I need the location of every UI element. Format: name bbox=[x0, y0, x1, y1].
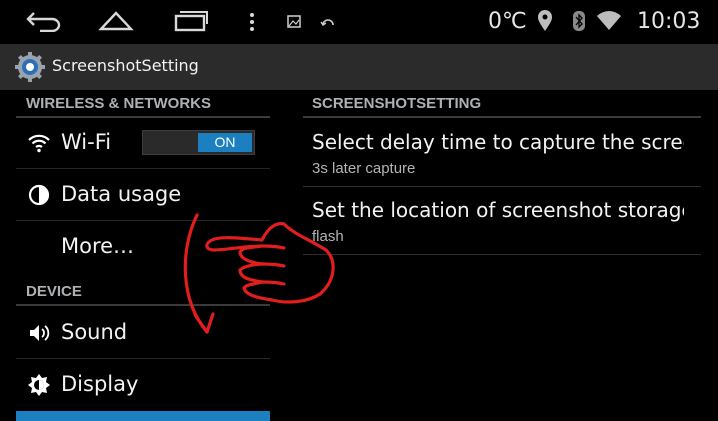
setting-value: flash bbox=[312, 228, 344, 245]
setting-title: Select delay time to capture the screen bbox=[312, 130, 684, 154]
selected-item-highlight[interactable] bbox=[16, 411, 270, 421]
wifi-toggle[interactable]: ON bbox=[142, 130, 255, 155]
sidebar-item-label: Data usage bbox=[61, 182, 182, 206]
screenshot-settings-pane: SCREENSHOTSETTING Select delay time to c… bbox=[303, 90, 701, 421]
bluetooth-icon bbox=[573, 11, 585, 31]
storage-location-setting[interactable]: Set the location of screenshot storage f… bbox=[303, 188, 701, 255]
wifi-icon bbox=[28, 134, 50, 153]
section-header-device: DEVICE bbox=[16, 278, 270, 306]
sidebar-item-label: Wi-Fi bbox=[61, 130, 112, 154]
setting-value: 3s later capture bbox=[312, 160, 416, 177]
toggle-state: ON bbox=[198, 133, 252, 152]
pane-header: SCREENSHOTSETTING bbox=[303, 90, 701, 118]
sidebar-item-display[interactable]: Display bbox=[16, 360, 270, 411]
gallery-icon bbox=[287, 15, 301, 28]
home-icon[interactable] bbox=[98, 9, 134, 33]
sidebar-item-label: Sound bbox=[61, 320, 128, 344]
section-header-wireless: WIRELESS & NETWORKS bbox=[16, 90, 270, 118]
gear-icon bbox=[15, 52, 45, 82]
delay-time-setting[interactable]: Select delay time to capture the screen … bbox=[303, 120, 701, 187]
sidebar-item-more[interactable]: More… bbox=[16, 222, 270, 273]
status-bar: 0℃ 10:03 bbox=[0, 0, 718, 44]
sidebar-item-label: Display bbox=[61, 372, 139, 396]
temperature: 0℃ bbox=[488, 9, 527, 34]
brightness-icon bbox=[28, 374, 50, 396]
refresh-icon bbox=[320, 19, 334, 26]
sidebar-item-sound[interactable]: Sound bbox=[16, 308, 270, 359]
sidebar-item-data-usage[interactable]: Data usage bbox=[16, 170, 270, 221]
settings-sidebar: WIRELESS & NETWORKS Wi-Fi ON Data usage … bbox=[16, 90, 270, 421]
data-usage-icon bbox=[28, 184, 50, 206]
app-title: ScreenshotSetting bbox=[52, 56, 199, 75]
action-bar: ScreenshotSetting bbox=[0, 44, 718, 90]
back-icon[interactable] bbox=[26, 10, 62, 32]
clock: 10:03 bbox=[637, 9, 701, 34]
recent-apps-icon[interactable] bbox=[174, 10, 208, 32]
location-icon bbox=[538, 10, 552, 31]
speaker-icon bbox=[30, 325, 50, 341]
menu-dots-icon[interactable] bbox=[248, 12, 256, 32]
sidebar-item-wifi[interactable]: Wi-Fi ON bbox=[16, 118, 270, 169]
wifi-signal-icon bbox=[597, 11, 621, 30]
sidebar-item-label: More… bbox=[61, 234, 135, 258]
setting-title: Set the location of screenshot storage bbox=[312, 198, 684, 222]
